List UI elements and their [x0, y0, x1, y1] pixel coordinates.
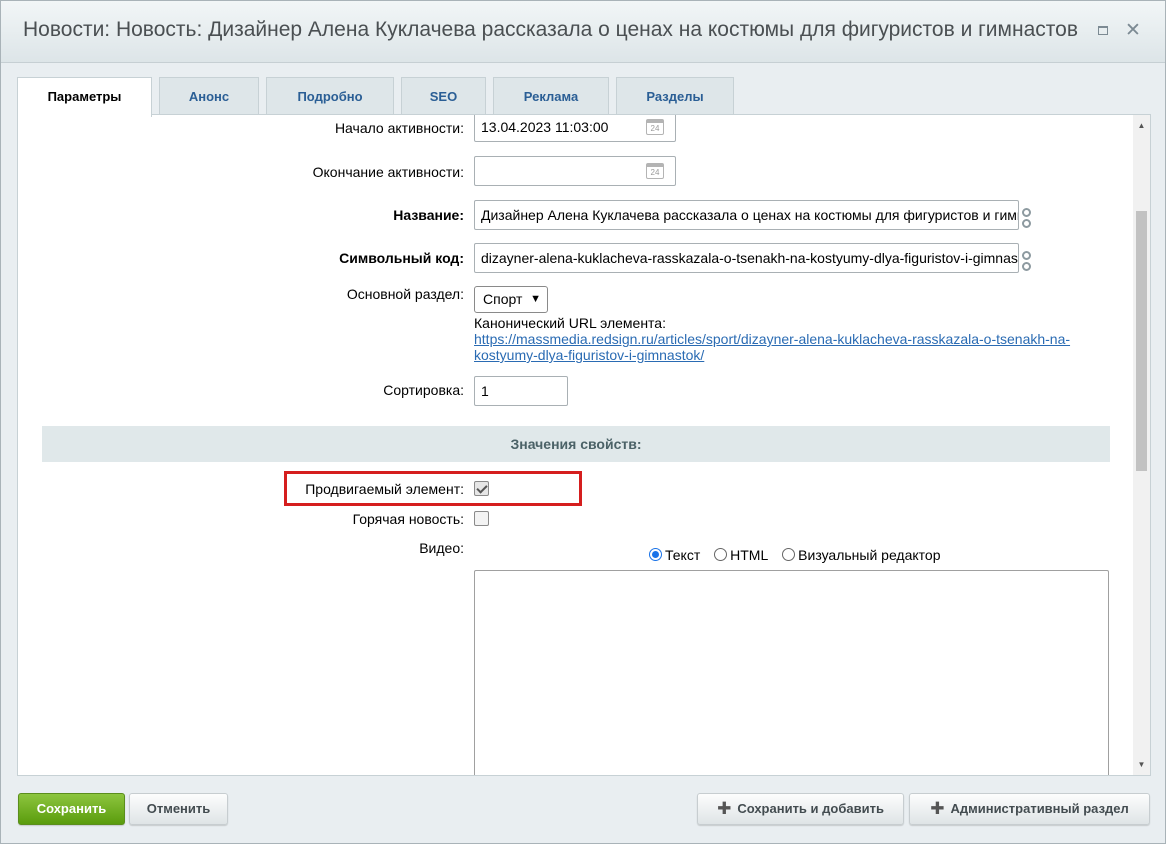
sort-label: Сортировка: [383, 382, 464, 398]
sort-value: 1 [481, 383, 489, 399]
hot-news-checkbox[interactable] [474, 511, 489, 526]
tab-parameters[interactable]: Параметры [17, 77, 152, 117]
plus-icon: ✚ [930, 799, 945, 818]
radio-visual-editor[interactable]: Визуальный редактор [782, 547, 941, 563]
form-panel: Начало активности: 13.04.2023 11:03:00 2… [17, 114, 1151, 776]
promoted-label: Продвигаемый элемент: [305, 481, 464, 497]
active-to-input[interactable]: 24 [474, 156, 676, 186]
section-select[interactable]: Спорт ▼ [474, 286, 548, 313]
cancel-button[interactable]: Отменить [129, 793, 228, 825]
calendar-icon[interactable]: 24 [646, 163, 664, 179]
translit-link-icon[interactable] [1021, 251, 1033, 273]
scrollbar[interactable]: ▲ ▼ [1133, 115, 1150, 775]
scroll-up-icon[interactable]: ▲ [1133, 117, 1150, 134]
canonical-url-link[interactable]: https://massmedia.redsign.ru/articles/sp… [474, 331, 1070, 363]
video-mode-radios: Текст HTML Визуальный редактор [649, 547, 951, 563]
name-label: Название: [393, 207, 464, 223]
radio-text[interactable]: Текст [649, 547, 700, 563]
window-title: Новости: Новость: Дизайнер Алена Куклаче… [23, 18, 1078, 41]
translit-icon[interactable] [1021, 208, 1033, 230]
properties-heading: Значения свойств: [42, 426, 1110, 462]
video-label: Видео: [419, 540, 464, 556]
edit-dialog: Новости: Новость: Дизайнер Алена Куклаче… [0, 0, 1166, 844]
section-label: Основной раздел: [346, 286, 464, 302]
scroll-down-icon[interactable]: ▼ [1133, 756, 1150, 773]
video-textarea[interactable] [474, 570, 1109, 775]
calendar-icon[interactable]: 24 [646, 119, 664, 135]
active-from-label: Начало активности: [334, 120, 464, 136]
code-input[interactable]: dizayner-alena-kuklacheva-rasskazala-o-t… [474, 243, 1019, 273]
active-from-input[interactable]: 13.04.2023 11:03:00 24 [474, 115, 676, 142]
canonical-url-label: Канонический URL элемента: [474, 315, 666, 331]
tab-details[interactable]: Подробно [266, 77, 394, 115]
tab-seo[interactable]: SEO [401, 77, 486, 115]
canonical-url-block: Канонический URL элемента: https://massm… [474, 315, 1094, 363]
save-and-add-button[interactable]: ✚ Сохранить и добавить [697, 793, 904, 825]
admin-section-button[interactable]: ✚ Административный раздел [909, 793, 1150, 825]
promoted-checkbox[interactable] [474, 481, 489, 496]
title-bar[interactable]: Новости: Новость: Дизайнер Алена Куклаче… [1, 1, 1165, 63]
code-label: Символьный код: [339, 250, 464, 266]
tab-ads[interactable]: Реклама [493, 77, 609, 115]
sort-input[interactable]: 1 [474, 376, 568, 406]
maximize-icon[interactable] [1093, 21, 1113, 41]
section-select-value: Спорт [483, 291, 523, 307]
scrollbar-thumb[interactable] [1136, 211, 1147, 471]
tab-announce[interactable]: Анонс [159, 77, 259, 115]
radio-html[interactable]: HTML [714, 547, 768, 563]
code-value: dizayner-alena-kuklacheva-rasskazala-o-t… [481, 250, 1019, 266]
chevron-down-icon: ▼ [530, 293, 541, 305]
active-to-label: Окончание активности: [312, 164, 464, 180]
save-button[interactable]: Сохранить [18, 793, 125, 825]
name-value: Дизайнер Алена Куклачева рассказала о це… [481, 207, 1019, 223]
active-from-value: 13.04.2023 11:03:00 [481, 119, 609, 135]
hot-news-label: Горячая новость: [352, 511, 464, 527]
name-input[interactable]: Дизайнер Алена Куклачева рассказала о це… [474, 200, 1019, 230]
footer-bar: Сохранить Отменить ✚ Сохранить и добавить… [1, 777, 1165, 843]
tab-sections[interactable]: Разделы [616, 77, 734, 115]
plus-icon: ✚ [717, 799, 732, 818]
close-icon[interactable]: ✕ [1123, 21, 1143, 41]
